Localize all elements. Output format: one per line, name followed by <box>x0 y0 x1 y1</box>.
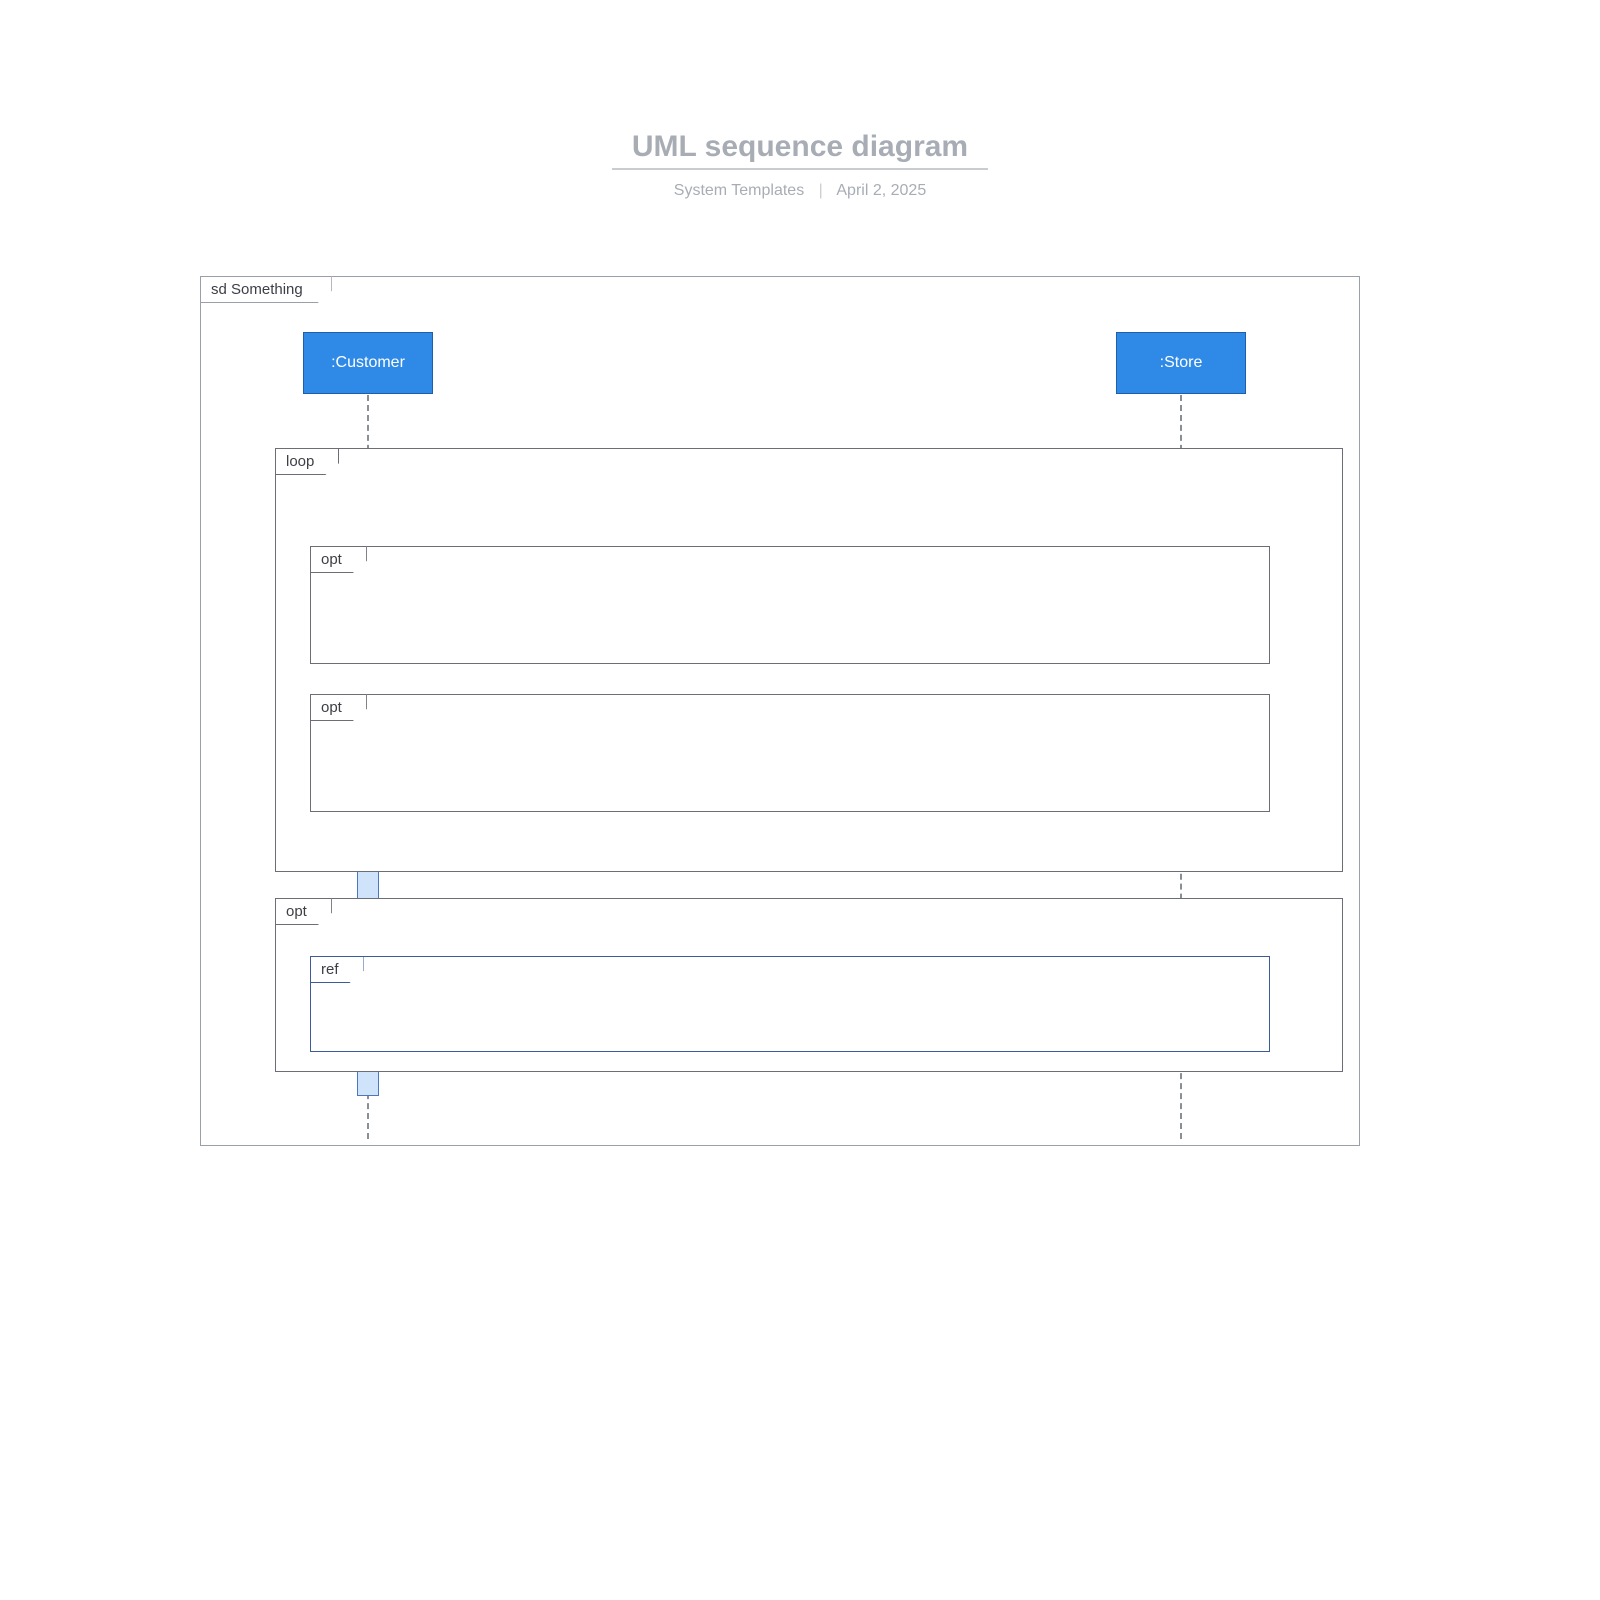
loop-frame-label: loop <box>275 448 339 475</box>
ref-frame: ref <box>310 956 1270 1052</box>
diagram-canvas: UML sequence diagram System Templates | … <box>0 0 1600 1600</box>
opt-frame-2: opt <box>310 694 1270 812</box>
actor-customer: :Customer <box>303 332 433 394</box>
opt-frame-1: opt <box>310 546 1270 664</box>
sd-frame-label: sd Something <box>200 276 332 303</box>
opt-frame-3-label: opt <box>275 898 332 925</box>
opt-frame-1-label: opt <box>310 546 367 573</box>
date-label: April 2, 2025 <box>836 182 926 199</box>
actor-store-label: :Store <box>1160 354 1203 372</box>
ref-frame-label: ref <box>310 956 364 983</box>
page-subtitle: System Templates | April 2, 2025 <box>0 182 1600 200</box>
category-label: System Templates <box>674 182 804 199</box>
actor-store: :Store <box>1116 332 1246 394</box>
header: UML sequence diagram System Templates | … <box>0 130 1600 200</box>
opt-frame-2-label: opt <box>310 694 367 721</box>
divider: | <box>819 182 823 199</box>
actor-customer-label: :Customer <box>331 354 405 372</box>
page-title: UML sequence diagram <box>612 130 988 170</box>
